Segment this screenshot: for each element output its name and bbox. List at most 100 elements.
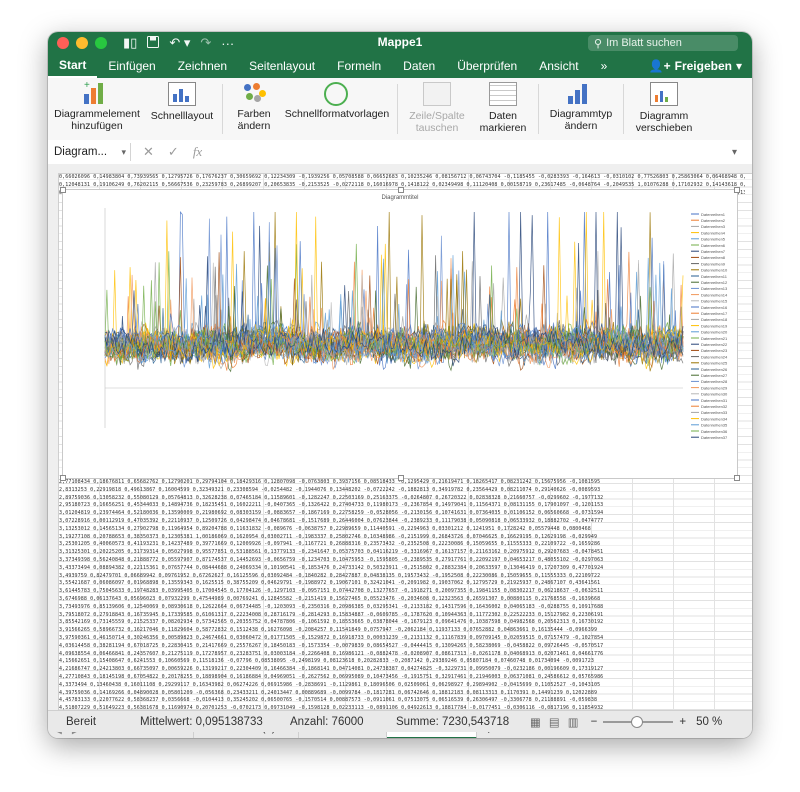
quick-styles-label: Schnellformatvorlagen — [284, 108, 390, 120]
add-chart-element-button[interactable]: + Diagrammelement hinzufügen — [48, 78, 146, 140]
status-bar: Bereit Mittelwert: 0,095138733 Anzahl: 7… — [48, 710, 752, 732]
change-colors-label: Farben ändern — [237, 108, 271, 132]
change-colors-button[interactable]: Farben ändern — [227, 78, 281, 140]
confirm-icon[interactable]: ✓ — [168, 144, 179, 160]
legend-label: Datenreihen18 — [701, 317, 728, 322]
cell-row: 2,95180723 0,16656251 0,45344033 0,14894… — [59, 502, 604, 509]
name-box[interactable]: Diagram... ▾ — [50, 143, 131, 161]
formula-bar: Diagram... ▾ ✕ ✓ fx ▾ — [48, 140, 752, 165]
tab-ansicht[interactable]: Ansicht — [528, 54, 589, 78]
formula-buttons: ✕ ✓ fx — [131, 144, 214, 160]
zoom-in-button[interactable]: + — [679, 716, 686, 728]
cell-row: 3,73493976 0,85139606 0,12540069 0,08930… — [59, 603, 604, 610]
zoom-out-button[interactable]: − — [591, 716, 598, 728]
quick-layout-icon — [168, 82, 196, 106]
tab-seitenlayout[interactable]: Seitenlayout — [238, 54, 326, 78]
change-chart-type-label: Diagrammtyp ändern — [549, 108, 613, 132]
resize-handle[interactable] — [60, 187, 66, 193]
cell-row: 3,97590361 0,46150714 0,30246356 0,00589… — [59, 634, 604, 641]
legend-label: Datenreihen20 — [701, 330, 728, 335]
legend-label: Datenreihen24 — [701, 354, 728, 359]
change-chart-type-button[interactable]: Diagrammtyp ändern — [543, 78, 619, 140]
worksheet[interactable]: 0,66026096 0,14983804 0,73939565 0,12795… — [48, 164, 752, 717]
save-icon[interactable] — [147, 35, 160, 51]
page-layout-icon[interactable]: ▤ — [549, 715, 560, 729]
formula-input[interactable] — [214, 143, 732, 161]
normal-view-icon[interactable]: ▦ — [530, 715, 541, 729]
resize-handle[interactable] — [398, 187, 404, 193]
share-label: Freigeben — [674, 59, 732, 73]
legend-label: Datenreihen6 — [701, 243, 726, 248]
switch-row-column-label: Zeile/Spalte tauschen — [409, 110, 465, 134]
move-chart-button[interactable]: Diagramm verschieben — [628, 78, 700, 140]
zoom-level: 50 % — [696, 715, 723, 728]
sidebar-icon[interactable]: ▮▯ — [123, 35, 137, 51]
legend-label: Datenreihen8 — [701, 255, 726, 260]
line-chart[interactable]: Diagrammtitel Datenreihen1 Datenreihen2 Da… — [60, 187, 740, 481]
ribbon-separator — [397, 84, 398, 134]
resize-handle[interactable] — [734, 187, 740, 193]
cell-row: 3,01204819 0,23974464 0,52180036 0,13590… — [59, 510, 604, 517]
cell-row: 4,03614458 0,38281194 0,67018725 0,22830… — [59, 642, 604, 649]
column-headers — [48, 164, 752, 174]
undo-icon[interactable]: ↶ ▾ — [169, 35, 190, 51]
status-average: Mittelwert: 0,095138733 — [140, 715, 263, 728]
cell-row: 4,45783133 0,22077622 0,58368237 0,03566… — [59, 697, 598, 704]
search-box[interactable]: ⚲ Im Blatt suchen — [588, 35, 738, 51]
tab-start[interactable]: Start — [48, 54, 98, 78]
quick-styles-icon — [324, 82, 350, 106]
legend-label: Datenreihen19 — [701, 323, 728, 328]
legend-label: Datenreihen34 — [701, 416, 728, 421]
search-icon: ⚲ — [594, 37, 603, 50]
resize-handle[interactable] — [60, 475, 66, 481]
window-controls — [57, 37, 107, 49]
legend-label: Datenreihen37 — [701, 435, 728, 440]
legend-label: Datenreihen27 — [701, 373, 728, 378]
tab-more[interactable]: » — [590, 54, 619, 78]
legend-label: Datenreihen14 — [701, 292, 728, 297]
legend-label: Datenreihen13 — [701, 286, 728, 291]
cell-row: 3,61445783 0,75045633 0,19748283 0,03995… — [59, 588, 604, 595]
move-chart-icon — [650, 82, 678, 106]
zoom-slider[interactable] — [603, 715, 674, 728]
cell-row: 4,39759036 0,14169266 0,04890028 0,05801… — [59, 689, 598, 696]
redo-icon[interactable]: ↷ — [200, 35, 211, 51]
cell-row: 4,09638554 0,06466841 0,24357607 0,21275… — [59, 650, 604, 657]
cell-row: 3,19277108 0,20788653 0,38350373 0,12305… — [59, 533, 598, 540]
cell-row: 3,25301205 0,40060573 0,41193231 0,14237… — [59, 541, 601, 548]
quick-styles-button[interactable]: Schnellformatvorlagen — [281, 78, 393, 140]
cancel-icon[interactable]: ✕ — [143, 144, 154, 160]
tab-ueberpruefen[interactable]: Überprüfen — [446, 54, 528, 78]
share-button[interactable]: 👤+ Freigeben ▾ — [649, 59, 752, 73]
legend-label: Datenreihen15 — [701, 299, 728, 304]
status-sum: Summe: 7230,543718 — [396, 715, 510, 728]
move-chart-label: Diagramm verschieben — [635, 110, 693, 134]
tab-einfuegen[interactable]: Einfügen — [97, 54, 166, 78]
cell-row: 4,15662651 0,15408647 0,6241553 0,106605… — [59, 658, 594, 665]
quick-layout-button[interactable]: Schnelllayout — [146, 78, 218, 140]
expand-formula-icon[interactable]: ▾ — [732, 147, 752, 158]
more-icon[interactable]: ··· — [221, 36, 234, 51]
cell-row: 3,4939759 0,82479701 0,06689942 0,097619… — [59, 572, 601, 579]
cell-row: 3,79518072 0,27918843 0,16735945 0,17339… — [59, 611, 604, 618]
legend-label: Datenreihen17 — [701, 311, 728, 316]
legend-label: Datenreihen12 — [701, 280, 728, 285]
tab-formeln[interactable]: Formeln — [326, 54, 392, 78]
resize-handle[interactable] — [398, 475, 404, 481]
function-icon[interactable]: fx — [193, 144, 202, 160]
ribbon-separator — [222, 84, 223, 134]
select-data-button[interactable]: Daten markieren — [472, 78, 534, 140]
legend-label: Datenreihen26 — [701, 367, 728, 372]
resize-handle[interactable] — [734, 475, 740, 481]
switch-row-column-button[interactable]: Zeile/Spalte tauschen — [402, 78, 472, 140]
cell-row: 0,66026096 0,14983804 0,73939565 0,12795… — [59, 174, 745, 180]
legend-label: Datenreihen2 — [701, 218, 726, 223]
close-window-icon[interactable] — [57, 37, 69, 49]
tab-daten[interactable]: Daten — [392, 54, 446, 78]
tab-zeichnen[interactable]: Zeichnen — [167, 54, 238, 78]
legend-label: Datenreihen7 — [701, 249, 726, 254]
zoom-slider-thumb[interactable] — [631, 715, 644, 728]
page-break-icon[interactable]: ▥ — [568, 715, 579, 729]
minimize-window-icon[interactable] — [76, 37, 88, 49]
zoom-window-icon[interactable] — [95, 37, 107, 49]
